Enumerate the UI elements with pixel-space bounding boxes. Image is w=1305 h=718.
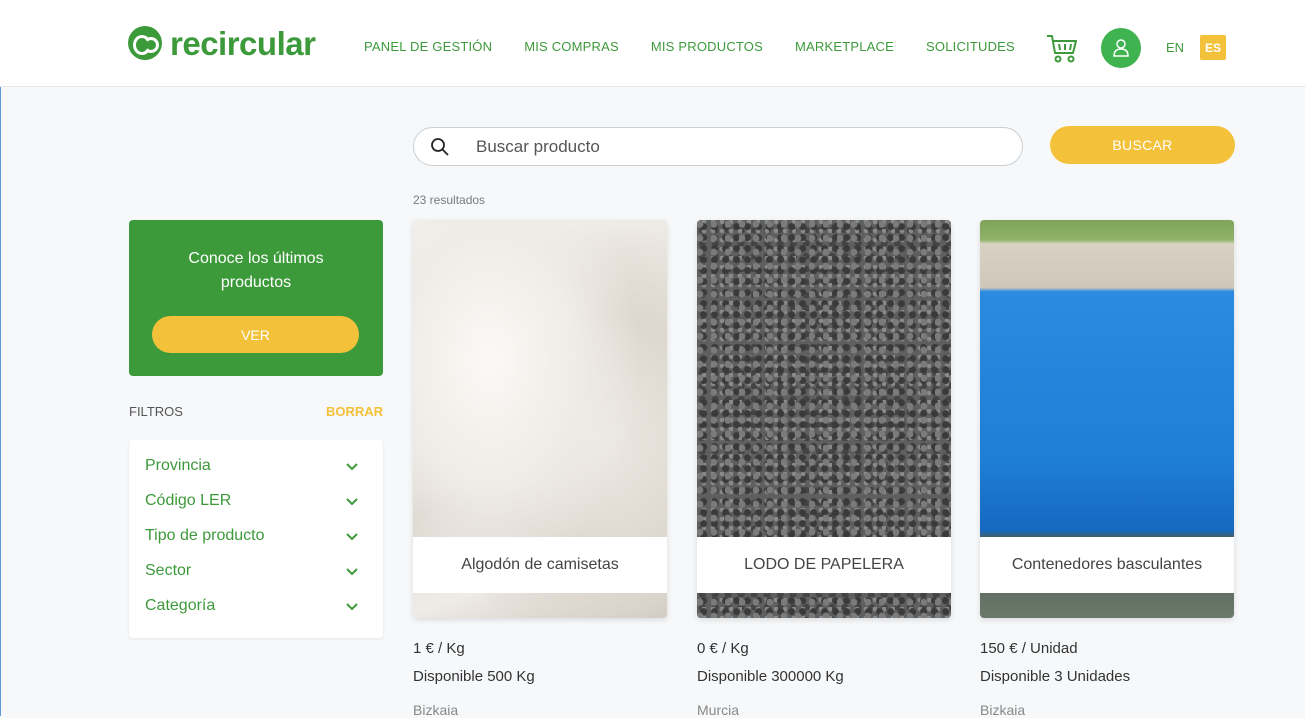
promo-card: Conoce los últimos productos VER: [129, 220, 383, 376]
top-header: recircular PANEL DE GESTIÓN MIS COMPRAS …: [0, 0, 1305, 87]
filter-label: Código LER: [145, 492, 232, 509]
lang-en-toggle[interactable]: EN: [1166, 40, 1184, 55]
product-location: Murcia: [697, 702, 740, 718]
product-price: 1 € / Kg: [413, 640, 465, 657]
filter-label: Provincia: [145, 457, 211, 474]
product-availability: Disponible 300000 Kg: [697, 668, 844, 685]
product-card[interactable]: Contenedores basculantes: [980, 220, 1234, 618]
filter-sector[interactable]: Sector: [145, 562, 369, 586]
user-avatar-button[interactable]: [1101, 28, 1141, 68]
nav-marketplace[interactable]: MARKETPLACE: [795, 39, 894, 54]
product-location: Bizkaia: [980, 702, 1026, 718]
main-nav: PANEL DE GESTIÓN MIS COMPRAS MIS PRODUCT…: [364, 39, 1047, 54]
chevron-down-icon: [346, 603, 358, 611]
product-price: 150 € / Unidad: [980, 640, 1078, 657]
clear-filters-button[interactable]: BORRAR: [326, 404, 383, 419]
product-title: Contenedores basculantes: [980, 537, 1234, 593]
search-bar: [413, 127, 1023, 166]
promo-ver-button[interactable]: VER: [152, 316, 359, 353]
user-icon: [1113, 39, 1129, 57]
brand-name: recircular: [170, 24, 316, 62]
nav-mis-compras[interactable]: MIS COMPRAS: [524, 39, 619, 54]
chevron-down-icon: [346, 463, 358, 471]
filter-tipo-de-producto[interactable]: Tipo de producto: [145, 527, 369, 551]
chevron-down-icon: [346, 498, 358, 506]
lang-es-toggle[interactable]: ES: [1200, 35, 1226, 60]
brand-logo[interactable]: recircular: [128, 24, 316, 62]
filter-label: Sector: [145, 562, 192, 579]
search-icon: [431, 138, 449, 156]
filter-codigo-ler[interactable]: Código LER: [145, 492, 369, 516]
promo-text: Conoce los últimos productos: [188, 250, 324, 291]
filters-panel: Provincia Código LER Tipo de producto Se…: [129, 440, 383, 638]
filter-provincia[interactable]: Provincia: [145, 457, 369, 481]
chevron-down-icon: [346, 533, 358, 541]
search-button[interactable]: BUSCAR: [1050, 126, 1235, 164]
product-card[interactable]: LODO DE PAPELERA: [697, 220, 951, 618]
filters-label: FILTROS: [129, 404, 183, 419]
product-title: LODO DE PAPELERA: [697, 537, 951, 593]
cart-icon[interactable]: [1046, 33, 1078, 63]
nav-solicitudes[interactable]: SOLICITUDES: [926, 39, 1015, 54]
results-count: 23 resultados: [413, 193, 486, 207]
filter-categoria[interactable]: Categoría: [145, 597, 369, 621]
product-availability: Disponible 500 Kg: [413, 668, 535, 685]
product-availability: Disponible 3 Unidades: [980, 668, 1131, 685]
filters-header: FILTROS BORRAR: [129, 404, 383, 419]
recircular-logo-icon: [128, 26, 162, 60]
filter-label: Categoría: [145, 597, 216, 614]
product-card[interactable]: Algodón de camisetas: [413, 220, 667, 618]
search-input[interactable]: [474, 136, 978, 158]
product-title: Algodón de camisetas: [413, 537, 667, 593]
chevron-down-icon: [346, 568, 358, 576]
nav-mis-productos[interactable]: MIS PRODUCTOS: [651, 39, 763, 54]
nav-panel-de-gestion[interactable]: PANEL DE GESTIÓN: [364, 39, 492, 54]
product-price: 0 € / Kg: [697, 640, 749, 657]
filter-label: Tipo de producto: [145, 527, 265, 544]
product-location: Bizkaia: [413, 702, 459, 718]
